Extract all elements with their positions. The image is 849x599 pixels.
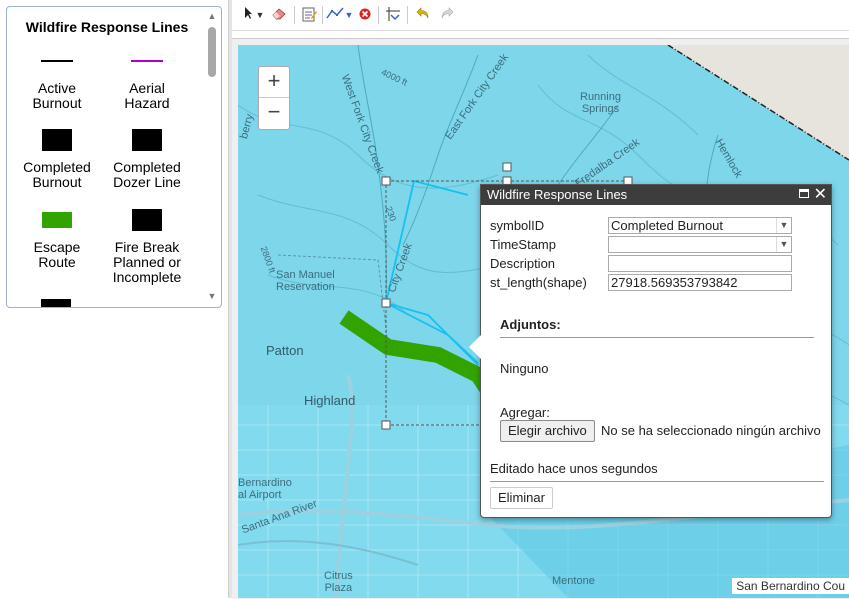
close-icon[interactable]: ✕ bbox=[814, 185, 827, 205]
legend-panel: Wildfire Response Lines Active Burnout A… bbox=[6, 6, 222, 308]
legend-item-completed-burnout: Completed Burnout bbox=[7, 128, 107, 190]
attr-row-description: Description bbox=[490, 255, 792, 272]
maximize-icon[interactable] bbox=[799, 189, 809, 198]
legend-item-label: Escape Route bbox=[33, 239, 81, 270]
chevron-down-icon[interactable]: ▼ bbox=[776, 237, 791, 252]
file-status-text: No se ha seleccionado ningún archivo bbox=[601, 423, 821, 438]
attr-row-timestamp: TimeStamp ▼ bbox=[490, 236, 792, 253]
attr-label: TimeStamp bbox=[490, 237, 556, 252]
label-airport: Bernardino al Airport bbox=[238, 477, 292, 501]
select-icon[interactable] bbox=[242, 6, 254, 24]
attachments-divider bbox=[500, 337, 814, 338]
popup-pointer bbox=[469, 335, 481, 359]
completed-dozer-line-symbol bbox=[132, 129, 162, 151]
active-burnout-symbol bbox=[41, 60, 73, 62]
legend-item-fire-break: Fire Break Planned or Incomplete bbox=[97, 208, 197, 285]
select-dropdown-icon[interactable]: ▼ bbox=[255, 6, 265, 24]
edit-toolbar: ▼ ▼ bbox=[232, 0, 849, 31]
aerial-hazard-symbol bbox=[131, 60, 163, 62]
legend-item-active-burnout: Active Burnout bbox=[7, 49, 107, 111]
label-running-springs: Running Springs bbox=[580, 91, 621, 115]
label-patton: Patton bbox=[266, 343, 304, 358]
popup-title: Wildfire Response Lines bbox=[487, 187, 628, 202]
undo-icon[interactable] bbox=[414, 6, 432, 24]
choose-file-button[interactable]: Elegir archivo bbox=[500, 420, 595, 442]
completed-burnout-symbol bbox=[42, 129, 72, 151]
add-attachment-label: Agregar: bbox=[500, 405, 550, 420]
popup-footer-divider bbox=[490, 481, 824, 482]
attr-label: st_length(shape) bbox=[490, 275, 587, 290]
legend-item-escape-route: Escape Route bbox=[7, 208, 107, 270]
attr-label: Description bbox=[490, 256, 556, 271]
eraser-icon[interactable] bbox=[270, 6, 288, 24]
legend-next-symbol bbox=[41, 299, 71, 307]
attr-label: symbolID bbox=[490, 218, 545, 233]
redo-icon[interactable] bbox=[438, 6, 456, 24]
chevron-down-icon[interactable]: ▼ bbox=[776, 218, 791, 233]
vertices-dropdown-icon[interactable]: ▼ bbox=[344, 6, 354, 24]
timestamp-select[interactable]: ▼ bbox=[608, 236, 792, 253]
attr-row-st-length: st_length(shape) 27918.569353793842 bbox=[490, 274, 792, 291]
scroll-thumb[interactable] bbox=[208, 27, 216, 77]
attributes-icon[interactable] bbox=[300, 6, 318, 24]
delete-button[interactable]: Eliminar bbox=[490, 487, 553, 509]
legend-title: Wildfire Response Lines bbox=[25, 19, 189, 35]
map-attribution: San Bernardino Cou bbox=[732, 578, 849, 594]
zoom-control: + − bbox=[258, 66, 290, 130]
label-mentone: Mentone bbox=[552, 575, 595, 587]
st-length-input[interactable]: 27918.569353793842 bbox=[608, 274, 792, 291]
legend-item-label: Completed Dozer Line bbox=[113, 159, 181, 190]
legend-item-label: Fire Break Planned or Incomplete bbox=[112, 239, 182, 285]
legend-item-label: Active Burnout bbox=[32, 80, 82, 111]
scroll-up-icon[interactable]: ▲ bbox=[207, 11, 217, 21]
description-input[interactable] bbox=[608, 255, 792, 272]
fire-break-symbol bbox=[132, 209, 162, 231]
symbolid-select[interactable]: Completed Burnout ▼ bbox=[608, 217, 792, 234]
label-highland: Highland bbox=[304, 393, 356, 408]
attr-row-symbolid: symbolID Completed Burnout ▼ bbox=[490, 217, 792, 234]
attachments-none: Ninguno bbox=[500, 361, 549, 376]
label-citrus-plaza: Citrus Plaza bbox=[324, 570, 353, 594]
legend-item-label: Completed Burnout bbox=[23, 159, 91, 190]
scroll-down-icon[interactable]: ▼ bbox=[207, 291, 217, 301]
legend-item-label: Aerial Hazard bbox=[124, 80, 170, 111]
zoom-in-button[interactable]: + bbox=[259, 67, 289, 97]
legend-item-completed-dozer-line: Completed Dozer Line bbox=[97, 128, 197, 190]
symbolid-value: Completed Burnout bbox=[611, 218, 724, 233]
cut-icon[interactable] bbox=[384, 6, 402, 24]
legend-item-aerial-hazard: Aerial Hazard bbox=[97, 49, 197, 111]
zoom-out-button[interactable]: − bbox=[259, 98, 289, 128]
edited-status: Editado hace unos segundos bbox=[490, 461, 658, 476]
escape-route-symbol bbox=[42, 212, 72, 228]
popup-header: Wildfire Response Lines ✕ bbox=[481, 185, 831, 205]
attachments-title: Adjuntos: bbox=[500, 317, 561, 332]
legend-scrollbar[interactable]: ▲ ▼ bbox=[205, 7, 219, 307]
feature-popup: Wildfire Response Lines ✕ symbolID Compl… bbox=[469, 184, 832, 518]
label-san-manuel: San Manuel Reservation bbox=[276, 269, 335, 293]
delete-icon[interactable] bbox=[358, 6, 372, 24]
edit-vertices-icon[interactable] bbox=[326, 6, 344, 24]
